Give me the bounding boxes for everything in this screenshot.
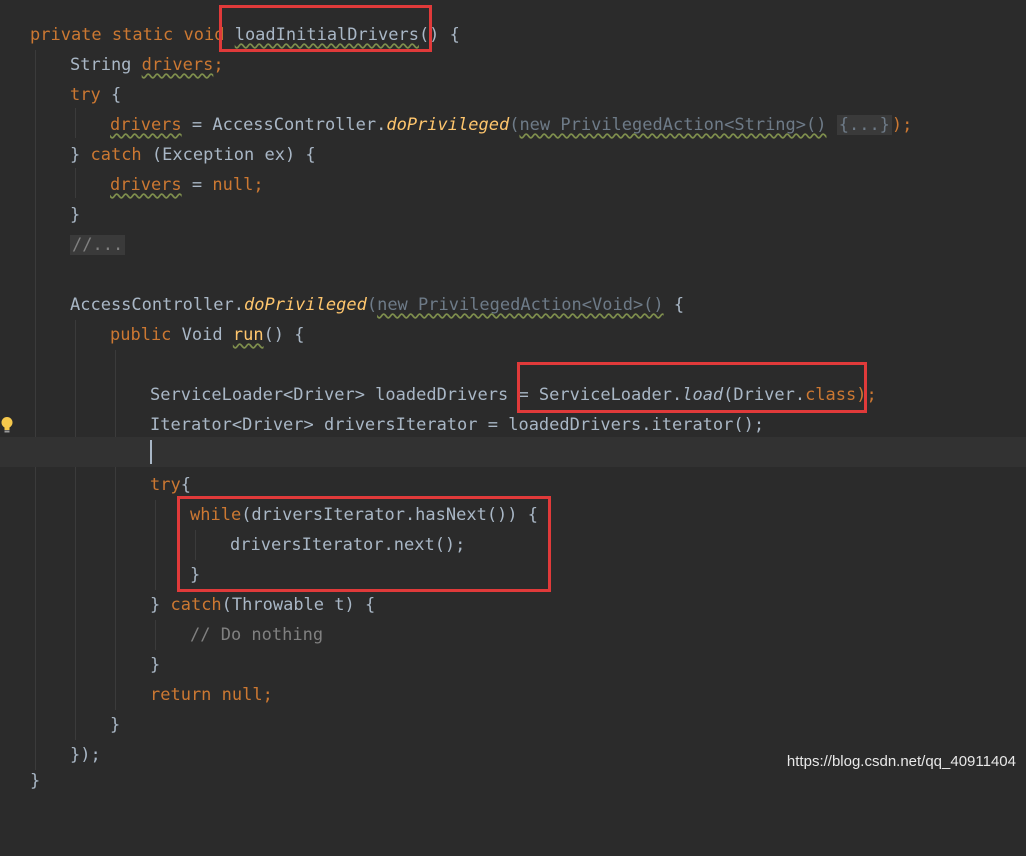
code-text: Void xyxy=(171,325,233,345)
code-line-20[interactable]: } catch(Throwable t) { xyxy=(0,590,1026,620)
code-text: = AccessController. xyxy=(181,115,387,135)
method-call: doPrivileged xyxy=(386,115,510,135)
folded-code[interactable]: {...} xyxy=(836,115,892,135)
code-text: } xyxy=(70,145,91,165)
code-line-13[interactable]: ServiceLoader<Driver> loadedDrivers = Se… xyxy=(0,380,1026,410)
method-call: doPrivileged xyxy=(244,295,367,315)
code-text: }); xyxy=(70,745,101,765)
code-text: { xyxy=(100,85,122,105)
code-text: ; xyxy=(262,685,273,705)
code-text: ( xyxy=(509,115,520,135)
keyword: null xyxy=(221,685,263,705)
anonymous-class: new PrivilegedAction<Void>() xyxy=(377,295,664,315)
code-editor[interactable]: private static void loadInitialDrivers()… xyxy=(0,0,1026,791)
code-line-4[interactable]: drivers = AccessController.doPrivileged(… xyxy=(0,110,1026,140)
keyword: null xyxy=(212,175,254,195)
code-line-21[interactable]: // Do nothing xyxy=(0,620,1026,650)
code-text: } xyxy=(150,595,171,615)
keyword: public xyxy=(110,325,172,345)
code-text: ( xyxy=(366,295,378,315)
modifiers: private static void xyxy=(30,25,235,45)
code-text: } xyxy=(30,771,41,791)
watermark: https://blog.csdn.net/qq_40911404 xyxy=(786,753,1016,770)
code-line-8[interactable]: //... xyxy=(0,230,1026,260)
code-text: } xyxy=(150,655,161,675)
code-line-22[interactable]: } xyxy=(0,650,1026,680)
code-line-14[interactable]: Iterator<Driver> driversIterator = loade… xyxy=(0,410,1026,440)
code-text: { xyxy=(663,295,685,315)
code-text: (Exception ex) { xyxy=(141,145,316,165)
code-line-12[interactable] xyxy=(0,350,1026,380)
code-line-6[interactable]: drivers = null; xyxy=(0,170,1026,200)
code-text: ); xyxy=(891,115,913,135)
code-line-11[interactable]: public Void run() { xyxy=(0,320,1026,350)
highlight-box-while-loop xyxy=(177,496,551,592)
lightbulb-icon[interactable] xyxy=(0,416,14,434)
code-line-23[interactable]: return null; xyxy=(0,680,1026,710)
comment: // Do nothing xyxy=(190,625,324,645)
code-line-2[interactable]: String drivers; xyxy=(0,50,1026,80)
keyword: try xyxy=(150,475,181,495)
code-text: ; xyxy=(213,55,224,75)
variable: drivers xyxy=(141,55,214,75)
code-text: String xyxy=(70,55,142,75)
code-line-26[interactable]: } xyxy=(0,766,1026,796)
code-line-5[interactable]: } catch (Exception ex) { xyxy=(0,140,1026,170)
code-line-10[interactable]: AccessController.doPrivileged(new Privil… xyxy=(0,290,1026,320)
keyword: return xyxy=(150,685,212,705)
code-line-24[interactable]: } xyxy=(0,710,1026,740)
code-text: (Throwable t) { xyxy=(221,595,376,615)
code-text: AccessController. xyxy=(70,295,244,315)
code-text: = xyxy=(181,175,213,195)
code-line-9[interactable] xyxy=(0,260,1026,290)
code-line-3[interactable]: try { xyxy=(0,80,1026,110)
code-text: Iterator<Driver> driversIterator = loade… xyxy=(150,415,765,435)
code-text: } xyxy=(70,205,81,225)
code-text: ; xyxy=(253,175,264,195)
code-line-15[interactable] xyxy=(0,437,1026,467)
highlight-box-serviceloader-load xyxy=(517,362,867,413)
anonymous-class: new PrivilegedAction<String>() xyxy=(519,115,827,135)
code-line-1[interactable]: private static void loadInitialDrivers()… xyxy=(0,20,1026,50)
code-text: } xyxy=(110,715,121,735)
highlight-box-method-name xyxy=(219,5,432,52)
code-line-7[interactable]: } xyxy=(0,200,1026,230)
keyword: catch xyxy=(90,145,142,165)
code-text: { xyxy=(180,475,191,495)
keyword: catch xyxy=(170,595,222,615)
text-caret xyxy=(150,440,152,464)
code-text: () { xyxy=(263,325,305,345)
keyword: try xyxy=(70,85,101,105)
variable: drivers xyxy=(110,175,182,195)
variable: drivers xyxy=(110,115,182,135)
folded-comment[interactable]: //... xyxy=(70,235,126,255)
method-name: run xyxy=(232,325,264,345)
